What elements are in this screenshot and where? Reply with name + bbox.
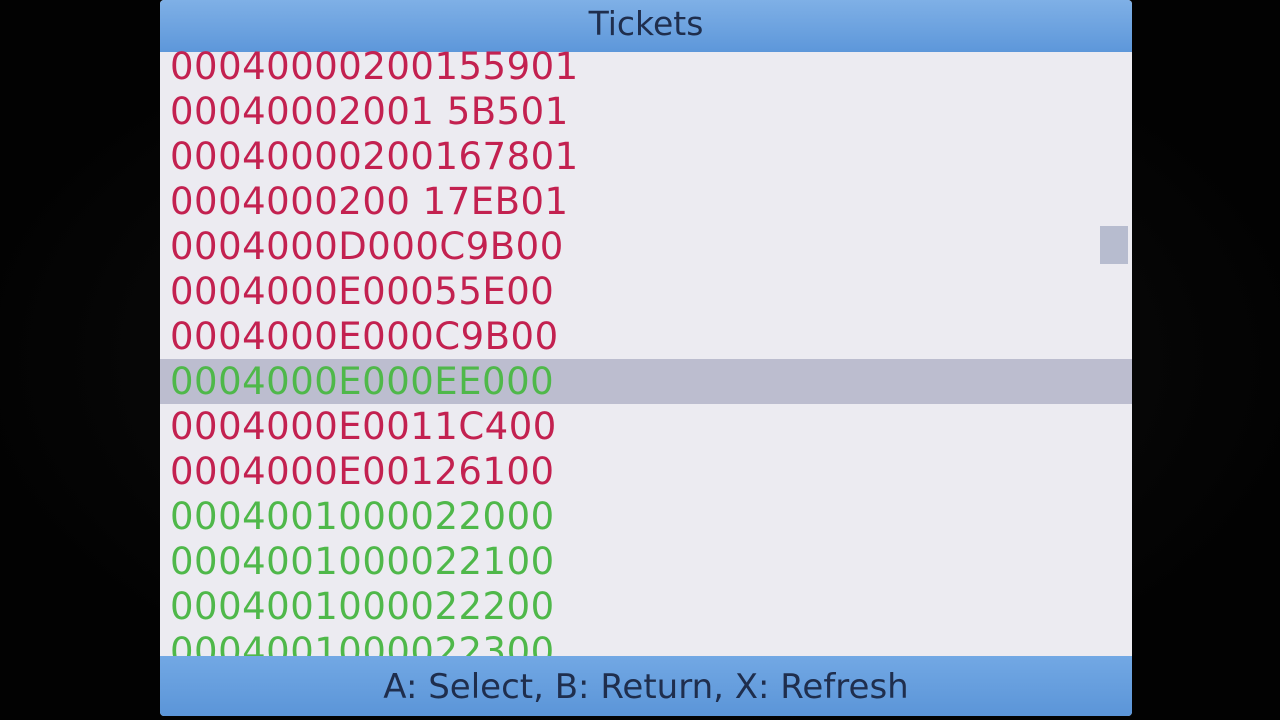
ticket-id: 0004000200 17EB01 — [170, 180, 569, 223]
scrollbar-thumb[interactable] — [1100, 226, 1128, 264]
ticket-row[interactable]: 00040002001 5B501 — [160, 89, 1132, 134]
ticket-id: 0004000E000EE000 — [170, 360, 555, 403]
ticket-row[interactable]: 0004001000022200 — [160, 584, 1132, 629]
ticket-row[interactable]: 00040000200167801 — [160, 134, 1132, 179]
controls-hint: A: Select, B: Return, X: Refresh — [383, 667, 909, 707]
page-title: Tickets — [588, 4, 704, 43]
ticket-id: 0004001000022100 — [170, 540, 555, 583]
ticket-id: 00040000200155901 — [170, 45, 579, 88]
ticket-id: 0004000E00055E00 — [170, 270, 555, 313]
ticket-row[interactable]: 0004000E000C9B00 — [160, 314, 1132, 359]
ticket-id: 0004000E00126100 — [170, 450, 555, 493]
ticket-id: 00040000200167801 — [170, 135, 579, 178]
ticket-id: 0004001000022000 — [170, 495, 555, 538]
ticket-row[interactable]: 0004001000022100 — [160, 539, 1132, 584]
ticket-row[interactable]: 0004000D000C9B00 — [160, 224, 1132, 269]
ticket-row[interactable]: 0004000E000EE000 — [160, 359, 1132, 404]
ticket-row[interactable]: 0004001000022000 — [160, 494, 1132, 539]
ticket-id: 0004000E000C9B00 — [170, 315, 559, 358]
ticket-row[interactable]: 0004000E00055E00 — [160, 269, 1132, 314]
ticket-id: 0004000E0011C400 — [170, 405, 557, 448]
ticket-list[interactable]: 00040000200155901 00040002001 5B501 000400… — [160, 44, 1132, 656]
ticket-row[interactable]: 0004000E0011C400 — [160, 404, 1132, 449]
ticket-id: 0004001000022300 — [170, 630, 555, 656]
ticket-id: 0004000D000C9B00 — [170, 225, 564, 268]
footer-bar: A: Select, B: Return, X: Refresh — [160, 656, 1132, 716]
ticket-id: 0004001000022200 — [170, 585, 555, 628]
ticket-row[interactable]: 00040000200155901 — [160, 44, 1132, 89]
ticket-row[interactable]: 0004000200 17EB01 — [160, 179, 1132, 224]
ticket-id: 00040002001 5B501 — [170, 90, 569, 133]
ticket-row[interactable]: 0004000E00126100 — [160, 449, 1132, 494]
ticket-row[interactable]: 0004001000022300 — [160, 629, 1132, 656]
screen: Tickets 00040000200155901 00040002001 5B5… — [160, 0, 1132, 716]
